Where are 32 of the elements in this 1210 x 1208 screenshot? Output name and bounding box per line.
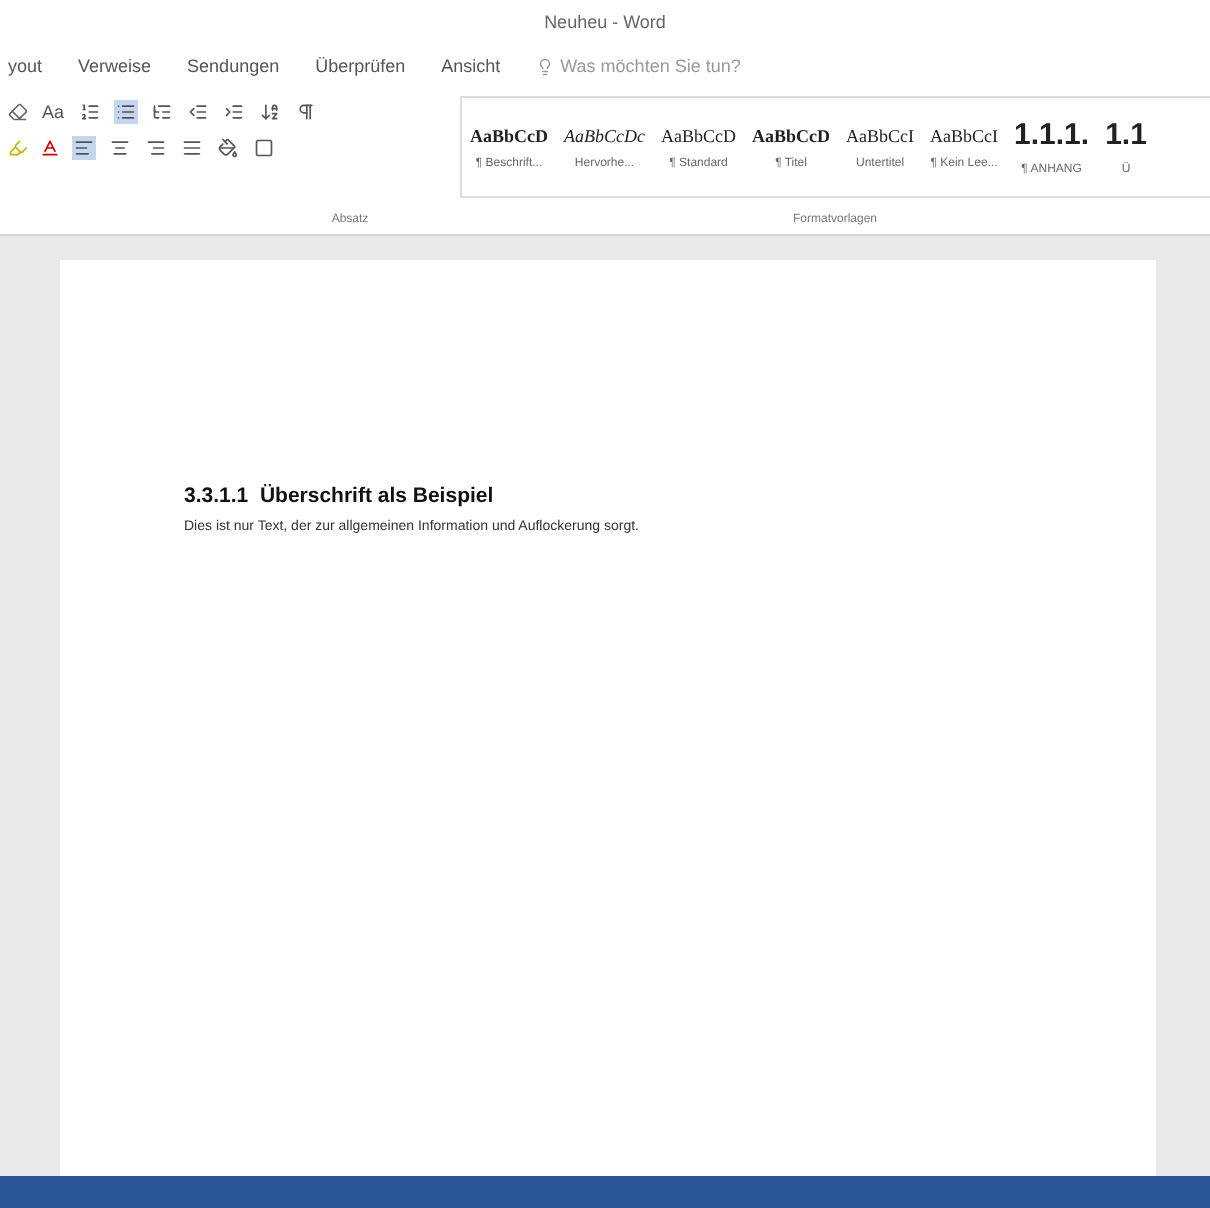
ribbon-tab[interactable]: Ansicht: [441, 56, 501, 76]
clear-format-icon[interactable]: [8, 102, 28, 122]
bulleted-list-button[interactable]: [114, 100, 139, 124]
lightbulb-icon: [536, 57, 555, 75]
numbered-list-button[interactable]: [78, 100, 103, 124]
ribbon-tab[interactable]: Sendungen: [187, 56, 280, 76]
ribbon-tab[interactable]: Verweise: [78, 56, 152, 76]
shading-button[interactable]: [216, 136, 240, 160]
ribbon-tab[interactable]: yout: [8, 56, 43, 76]
style-preview[interactable]: 1.1: [1105, 118, 1147, 152]
style-preview[interactable]: AaBbCcI: [930, 125, 999, 145]
style-preview[interactable]: AaBbCcD: [661, 125, 737, 145]
sort-button[interactable]: [258, 100, 283, 124]
multilevel-list-button[interactable]: [150, 100, 175, 124]
decrease-indent-button[interactable]: [186, 100, 211, 124]
style-preview[interactable]: AaBbCcD: [752, 125, 831, 145]
align-right-button[interactable]: [144, 136, 168, 160]
pilcrow-button[interactable]: [294, 100, 319, 124]
align-center-button[interactable]: [108, 136, 132, 160]
border-button[interactable]: [252, 136, 276, 160]
style-preview[interactable]: AaBbCcD: [470, 125, 549, 145]
justify-button[interactable]: [180, 136, 204, 160]
ribbon-tab[interactable]: Überprüfen: [315, 56, 406, 76]
document-heading: 3.3.1.1 Überschrift als Beispiel: [184, 484, 496, 508]
window-title: Neuheu - Word: [544, 12, 666, 32]
increase-indent-button[interactable]: [222, 100, 247, 124]
style-preview[interactable]: AaBbCcDc: [564, 125, 646, 145]
font-color-icon[interactable]: [40, 138, 60, 158]
style-preview[interactable]: 1.1.1.: [1014, 118, 1090, 152]
style-preview[interactable]: AaBbCcI: [846, 125, 915, 145]
font-case-button[interactable]: Aa: [40, 100, 67, 124]
align-left-button[interactable]: [72, 136, 96, 160]
